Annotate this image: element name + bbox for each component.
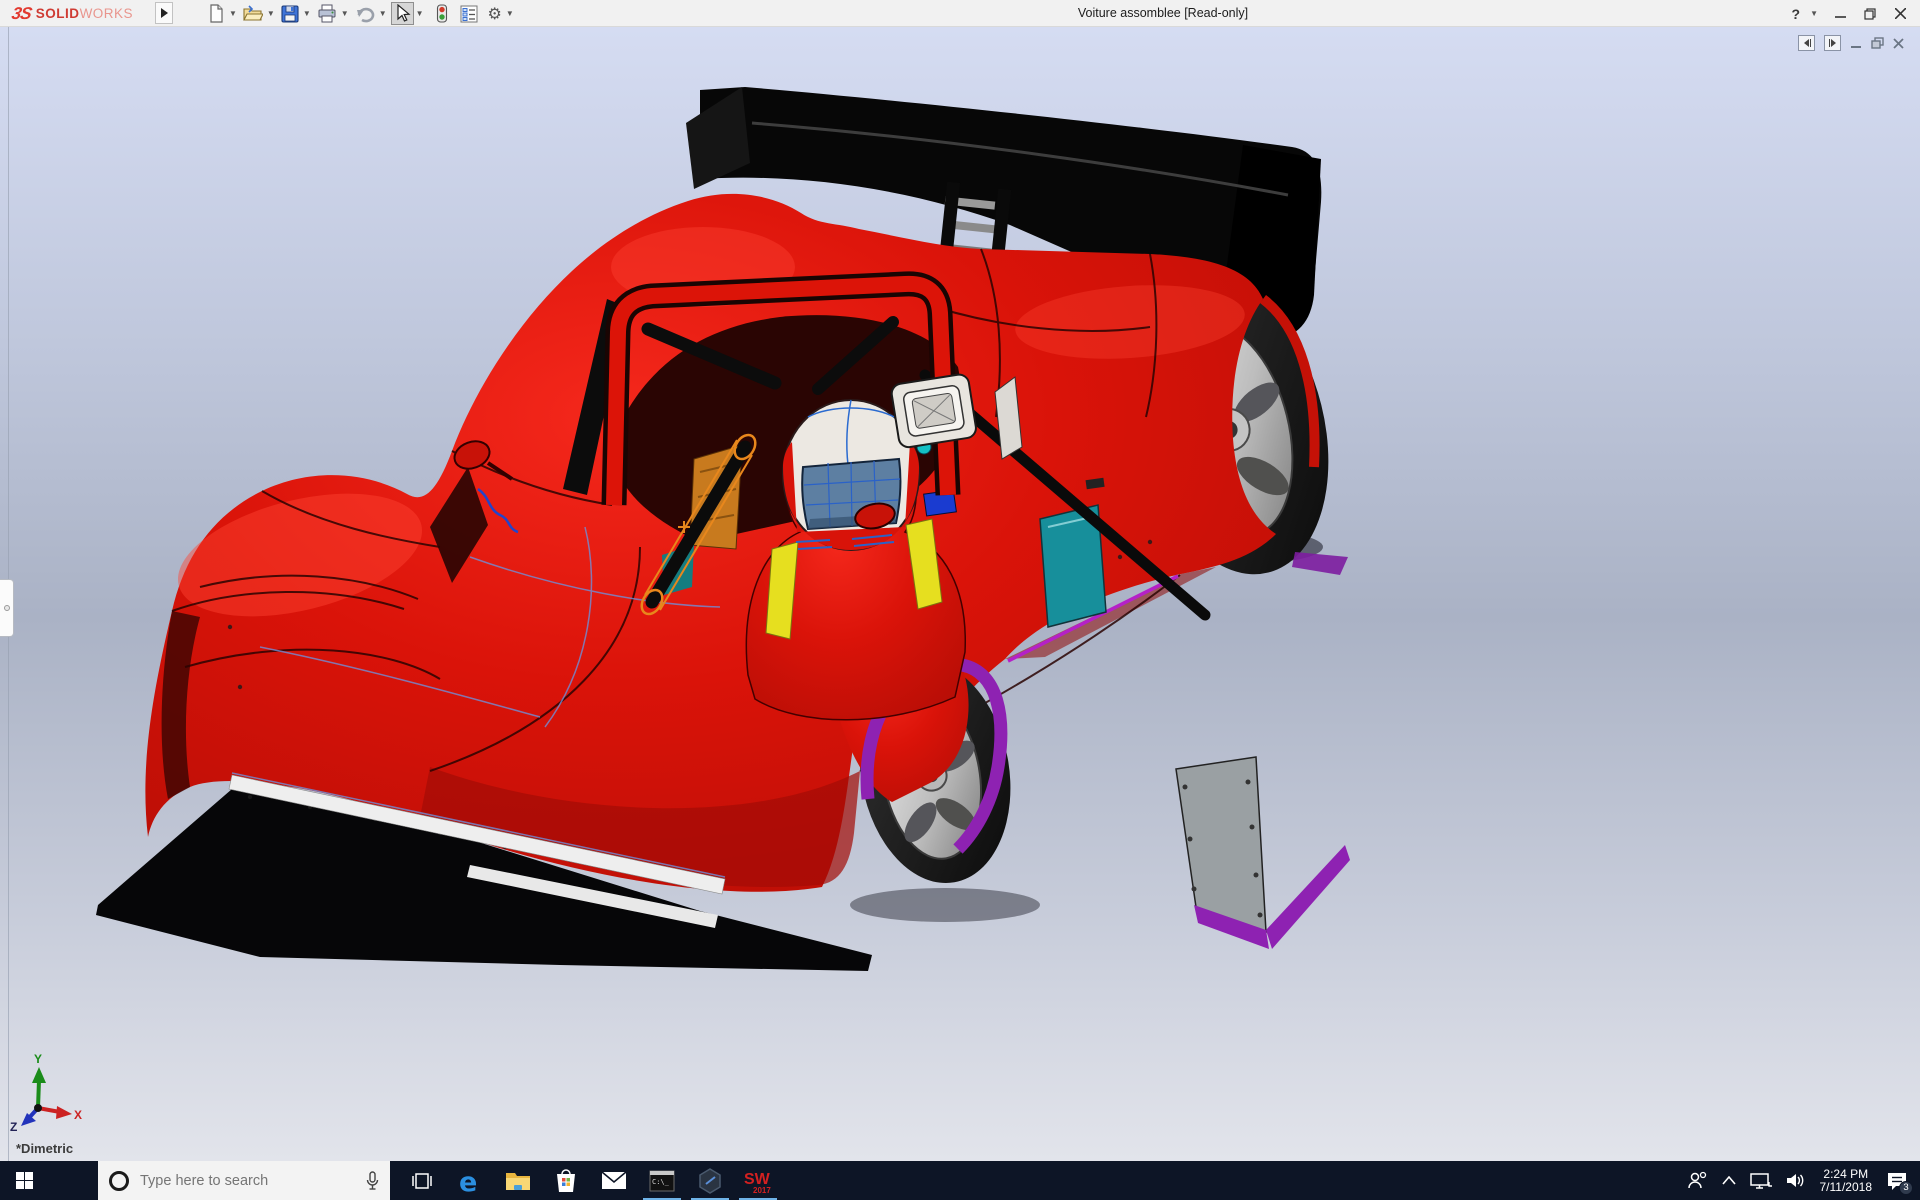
solidworks-logo: 3S SOLID WORKS	[12, 2, 133, 25]
feature-panel-tab[interactable]	[0, 579, 14, 637]
intake-box	[890, 373, 977, 448]
task-view-icon	[412, 1172, 432, 1190]
file-properties-button[interactable]	[458, 2, 480, 25]
print-icon	[317, 4, 337, 23]
save-caret-icon[interactable]: ▼	[303, 9, 311, 18]
new-caret-icon[interactable]: ▼	[229, 9, 237, 18]
standard-toolbar: ▼ ▼ ▼ ▼	[205, 2, 518, 25]
file-explorer-button[interactable]	[494, 1161, 542, 1200]
cortana-icon	[108, 1170, 130, 1192]
pane-left-arrow-icon	[1802, 38, 1812, 48]
notification-badge: 3	[1899, 1181, 1913, 1195]
orientation-triad: Y X Z	[10, 1052, 82, 1134]
minimize-icon	[1835, 8, 1846, 19]
doc-restore-icon	[1871, 37, 1884, 49]
help-caret-icon[interactable]: ▼	[1810, 9, 1818, 18]
network-icon[interactable]	[1750, 1172, 1772, 1190]
svg-text:Y: Y	[34, 1052, 42, 1066]
open-folder-icon	[243, 4, 263, 23]
svg-text:X: X	[74, 1108, 82, 1122]
undo-icon	[355, 4, 375, 23]
taskbar-search[interactable]	[98, 1161, 390, 1200]
new-document-button[interactable]	[205, 2, 227, 25]
graphics-viewport[interactable]: Y X Z *Dimetric	[0, 27, 1920, 1161]
hexagon-app-icon	[698, 1168, 722, 1194]
taskbar-clock[interactable]: 2:24 PM 7/11/2018	[1820, 1168, 1873, 1194]
clock-time: 2:24 PM	[1820, 1168, 1873, 1181]
new-document-icon	[207, 4, 225, 23]
command-prompt-icon: C:\_	[649, 1170, 675, 1192]
panel-tab-dot-icon	[4, 605, 10, 611]
doc-restore-button[interactable]	[1871, 37, 1884, 49]
task-view-button[interactable]	[398, 1161, 446, 1200]
save-icon	[281, 4, 299, 23]
print-button[interactable]	[315, 2, 339, 25]
windows-logo-icon	[16, 1172, 33, 1189]
close-button[interactable]	[1888, 4, 1912, 24]
edge-button[interactable]: e	[446, 1161, 494, 1200]
print-caret-icon[interactable]: ▼	[341, 9, 349, 18]
solidworks-button[interactable]: SW 2017	[734, 1161, 782, 1200]
svg-text:C:\_: C:\_	[652, 1178, 670, 1186]
title-bar: 3S SOLID WORKS ▼ ▼ ▼	[0, 0, 1920, 27]
open-button[interactable]	[241, 2, 265, 25]
hidden-icons-chevron-icon[interactable]	[1722, 1176, 1736, 1185]
restore-icon	[1864, 8, 1876, 20]
undo-caret-icon[interactable]: ▼	[379, 9, 387, 18]
microphone-icon[interactable]	[365, 1171, 380, 1191]
hexagon-app-button[interactable]	[686, 1161, 734, 1200]
volume-icon[interactable]	[1786, 1172, 1806, 1189]
svg-text:Z: Z	[10, 1120, 17, 1134]
search-input[interactable]	[140, 1173, 365, 1189]
pane-right-arrow-icon	[1828, 38, 1838, 48]
options-caret-icon[interactable]: ▼	[506, 9, 514, 18]
select-cursor-icon	[394, 4, 411, 23]
restore-button[interactable]	[1858, 4, 1882, 24]
play-arrow-icon	[160, 8, 168, 18]
command-prompt-button[interactable]: C:\_	[638, 1161, 686, 1200]
action-center-button[interactable]: 3	[1886, 1171, 1908, 1191]
svg-text:e: e	[459, 1168, 477, 1194]
window-title: Voiture assomblee [Read-only]	[1078, 6, 1248, 20]
rebuild-button[interactable]	[434, 2, 450, 25]
doc-minimize-icon	[1850, 37, 1862, 49]
file-properties-icon	[460, 5, 478, 23]
mail-icon	[601, 1171, 627, 1190]
windows-taskbar: e	[0, 1161, 1920, 1200]
save-button[interactable]	[279, 2, 301, 25]
file-explorer-icon	[505, 1170, 531, 1191]
undo-button[interactable]	[353, 2, 377, 25]
options-button[interactable]: ⚙	[486, 2, 504, 25]
doc-close-icon	[1893, 38, 1904, 49]
doc-close-button[interactable]	[1893, 38, 1904, 49]
select-caret-icon[interactable]: ▼	[416, 9, 424, 18]
solidworks-2017-icon: SW 2017	[743, 1167, 773, 1195]
next-pane-button[interactable]	[1824, 35, 1841, 51]
prev-pane-button[interactable]	[1798, 35, 1815, 51]
close-icon	[1895, 8, 1906, 19]
doc-minimize-button[interactable]	[1850, 37, 1862, 49]
select-button[interactable]	[391, 2, 414, 25]
cad-model-race-car: Y X Z	[0, 27, 1920, 1161]
mail-button[interactable]	[590, 1161, 638, 1200]
menu-flyout-button[interactable]	[155, 2, 173, 24]
svg-text:2017: 2017	[753, 1186, 771, 1195]
edge-icon: e	[457, 1168, 483, 1194]
people-icon[interactable]	[1686, 1171, 1708, 1191]
open-caret-icon[interactable]: ▼	[267, 9, 275, 18]
clock-date: 7/11/2018	[1820, 1181, 1873, 1194]
gear-icon: ⚙	[488, 5, 502, 23]
start-button[interactable]	[0, 1161, 48, 1200]
3ds-logo-icon: 3S	[10, 4, 33, 24]
view-orientation-label: *Dimetric	[16, 1141, 73, 1156]
help-button[interactable]: ?	[1790, 6, 1803, 22]
store-icon	[554, 1168, 578, 1193]
minimize-button[interactable]	[1828, 4, 1852, 24]
store-button[interactable]	[542, 1161, 590, 1200]
side-panel	[1176, 757, 1350, 949]
rebuild-traffic-light-icon	[436, 4, 448, 23]
